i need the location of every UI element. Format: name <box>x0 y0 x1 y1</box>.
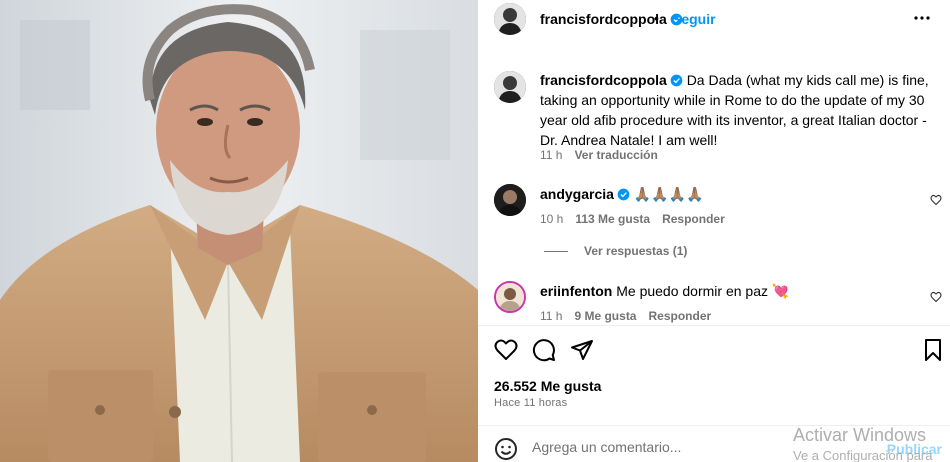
comment-meta: 11 h 9 Me gusta Responder <box>540 309 711 323</box>
reply-button[interactable]: Responder <box>662 212 725 226</box>
bookmark-icon[interactable] <box>921 338 945 362</box>
comment-text: eriinfenton Me puedo dormir en paz 💘 <box>540 281 932 301</box>
publish-button[interactable]: Publicar <box>887 441 942 457</box>
author-avatar[interactable] <box>494 3 526 35</box>
share-icon[interactable] <box>570 338 594 362</box>
replies-divider <box>544 250 568 252</box>
heart-icon[interactable] <box>494 338 518 362</box>
post-panel: francisfordcoppola • Seguir francisfordc… <box>478 0 950 462</box>
verified-icon <box>617 188 630 201</box>
view-replies-button[interactable]: Ver respuestas (1) <box>544 244 687 258</box>
header-separator: • <box>654 10 659 26</box>
comment-likes[interactable]: 113 Me gusta <box>575 212 650 226</box>
author-username[interactable]: francisfordcoppola <box>540 11 683 27</box>
action-bar <box>478 325 950 373</box>
comment-meta: 10 h 113 Me gusta Responder <box>540 212 725 226</box>
caption-text: francisfordcoppola Da Dada (what my kids… <box>540 70 932 150</box>
comment-time[interactable]: 10 h <box>540 212 563 226</box>
follow-button[interactable]: Seguir <box>672 11 716 27</box>
like-comment-heart-icon[interactable] <box>930 291 942 303</box>
commenter-username[interactable]: andygarcia <box>540 186 614 202</box>
post-timestamp[interactable]: Hace 11 horas <box>494 397 567 409</box>
comment-time[interactable]: 11 h <box>540 309 562 323</box>
more-icon[interactable] <box>910 6 934 30</box>
post-header: francisfordcoppola • Seguir <box>478 0 950 38</box>
caption-avatar[interactable] <box>494 71 526 103</box>
comment-text: andygarcia 🙏🏽🙏🏽🙏🏽🙏🏽 <box>540 184 932 204</box>
translate-link[interactable]: Ver traducción <box>574 148 657 162</box>
comment-icon[interactable] <box>532 338 556 362</box>
caption-time[interactable]: 11 h <box>540 148 562 162</box>
reply-button[interactable]: Responder <box>648 309 711 323</box>
likes-count[interactable]: 26.552 Me gusta <box>494 378 601 394</box>
portrait-illustration <box>0 0 478 462</box>
comment-body: 🙏🏽🙏🏽🙏🏽🙏🏽 <box>633 186 704 202</box>
post-image[interactable] <box>0 0 478 462</box>
comment-body: Me puedo dormir en paz 💘 <box>616 283 790 299</box>
commenter-avatar[interactable] <box>494 184 526 216</box>
commenter-username[interactable]: eriinfenton <box>540 283 612 299</box>
comment-input[interactable] <box>532 439 832 455</box>
comment-composer: Publicar <box>478 425 950 462</box>
emoji-icon[interactable] <box>494 437 518 461</box>
caption-meta: 11 h Ver traducción <box>540 148 658 162</box>
verified-icon <box>670 74 683 87</box>
commenter-avatar[interactable] <box>494 281 526 313</box>
comment-likes[interactable]: 9 Me gusta <box>574 309 636 323</box>
like-comment-heart-icon[interactable] <box>930 194 942 206</box>
caption-author[interactable]: francisfordcoppola <box>540 72 667 88</box>
author-username-text[interactable]: francisfordcoppola <box>540 11 667 27</box>
view-replies-label[interactable]: Ver respuestas (1) <box>584 244 687 258</box>
